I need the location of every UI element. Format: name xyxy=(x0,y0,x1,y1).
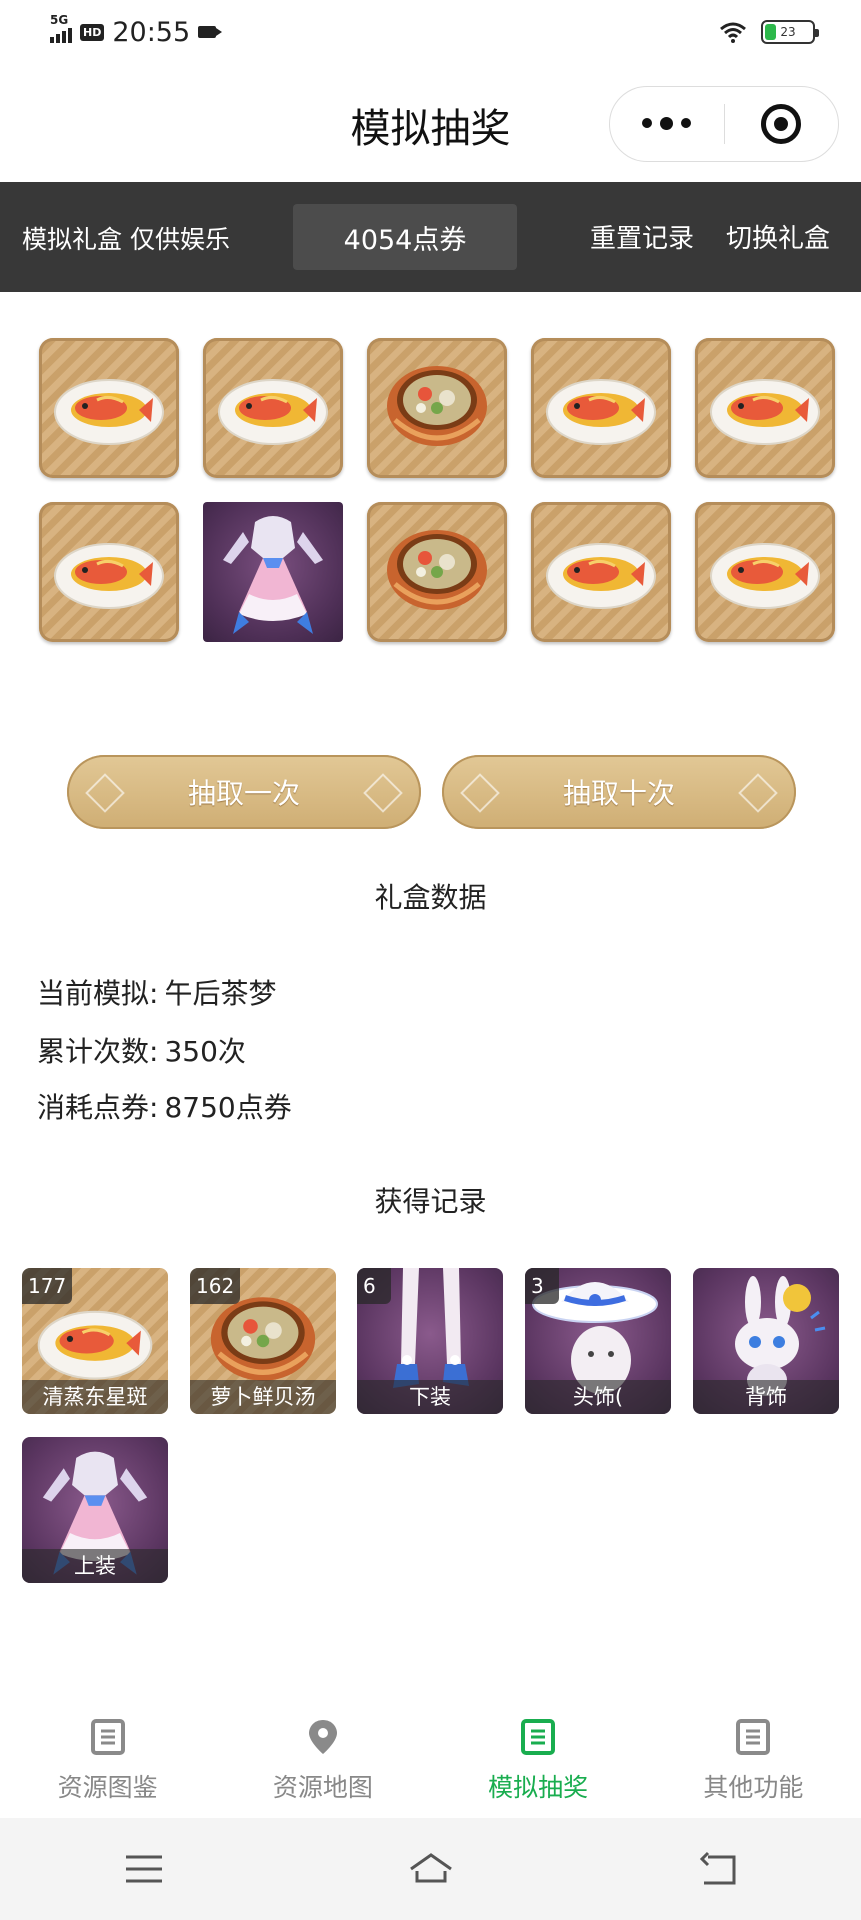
back-icon[interactable] xyxy=(694,1849,742,1889)
total-draws-label: 累计次数: xyxy=(37,1035,159,1068)
fish-item-image xyxy=(54,379,164,445)
document-icon xyxy=(90,1719,125,1755)
status-time: 20:55 xyxy=(112,16,191,48)
home-icon[interactable] xyxy=(407,1849,455,1889)
tab-4[interactable]: 其他功能 xyxy=(646,1700,861,1818)
record-item[interactable]: 背饰 xyxy=(693,1268,839,1414)
current-simulation-value: 午后茶梦 xyxy=(164,977,277,1010)
draw-result-tile[interactable] xyxy=(203,502,343,642)
record-item-name: 清蒸东星斑 xyxy=(22,1380,168,1414)
hd-badge: HD xyxy=(80,23,105,41)
close-button[interactable] xyxy=(725,104,839,144)
fish-item-image xyxy=(710,379,820,445)
tab-label: 资源地图 xyxy=(272,1773,373,1802)
total-draws-row: 累计次数: 350次 xyxy=(37,1030,246,1070)
record-count-badge: 6 xyxy=(357,1268,391,1304)
points-spent-label: 消耗点券: xyxy=(37,1091,159,1124)
draw-ten-button[interactable]: 抽取十次 xyxy=(442,755,796,829)
system-navigation-bar xyxy=(0,1818,861,1920)
draw-result-tile[interactable] xyxy=(695,338,835,478)
points-spent-row: 消耗点券: 8750点券 xyxy=(37,1086,292,1126)
dress-item-image xyxy=(223,516,323,634)
record-item[interactable]: 上装 xyxy=(22,1437,168,1583)
points-spent-value: 8750点券 xyxy=(164,1091,292,1124)
more-dots-icon[interactable] xyxy=(610,117,724,130)
draw-result-tile[interactable] xyxy=(695,502,835,642)
record-count-badge: 3 xyxy=(525,1268,559,1304)
record-item[interactable]: 177 清蒸东星斑 xyxy=(22,1268,168,1414)
tab-2[interactable]: 资源地图 xyxy=(215,1700,430,1818)
draw-result-tile[interactable] xyxy=(367,338,507,478)
draw-result-tile[interactable] xyxy=(531,502,671,642)
disclaimer-text: 模拟礼盒 仅供娱乐 xyxy=(22,225,230,254)
total-draws-value: 350次 xyxy=(164,1035,246,1068)
soup-item-image xyxy=(387,530,487,610)
record-item[interactable]: 162 萝卜鲜贝汤 xyxy=(190,1268,336,1414)
draw-result-tile[interactable] xyxy=(39,502,179,642)
fish-item-image xyxy=(710,543,820,609)
record-item-name: 上装 xyxy=(22,1549,168,1583)
video-camera-icon xyxy=(198,26,223,38)
nav-bar: 模拟抽奖 xyxy=(0,64,861,182)
tab-label: 模拟抽奖 xyxy=(488,1773,589,1802)
record-item[interactable]: 6 下装 xyxy=(357,1268,503,1414)
record-item-name: 下装 xyxy=(357,1380,503,1414)
tab-bar: 资源图鉴 资源地图 模拟抽奖 其他功能 xyxy=(0,1700,861,1818)
mini-program-capsule xyxy=(609,86,839,162)
tab-3[interactable]: 模拟抽奖 xyxy=(431,1700,646,1818)
tab-label: 其他功能 xyxy=(703,1773,804,1802)
record-count-badge: 162 xyxy=(190,1268,241,1304)
fish-item-image xyxy=(546,543,656,609)
records-title: 获得记录 xyxy=(374,1185,487,1218)
reset-records-button[interactable]: 重置记录 xyxy=(590,218,694,255)
draw-result-tile[interactable] xyxy=(531,338,671,478)
record-count-badge: 177 xyxy=(22,1268,73,1304)
battery-icon: 23 xyxy=(761,20,819,44)
cellular-signal-icon: 5G xyxy=(50,13,72,43)
target-circle-icon xyxy=(761,104,802,144)
draw-once-button[interactable]: 抽取一次 xyxy=(67,755,421,829)
status-bar: 5G HD 20:55 23 xyxy=(0,0,861,64)
fish-item-image xyxy=(218,379,328,445)
record-item[interactable]: 3 头饰( xyxy=(525,1268,671,1414)
soup-item-image xyxy=(387,366,487,446)
switch-gift-box-button[interactable]: 切换礼盒 xyxy=(726,218,830,255)
fish-item-image xyxy=(54,543,164,609)
gift-box-header: 模拟礼盒 仅供娱乐 4054点券 重置记录 切换礼盒 xyxy=(0,182,861,292)
location-pin-icon xyxy=(308,1720,337,1754)
current-simulation-row: 当前模拟: 午后茶梦 xyxy=(37,972,276,1012)
record-item-name: 头饰( xyxy=(525,1380,671,1414)
wifi-icon xyxy=(720,22,746,43)
points-balance: 4054点券 xyxy=(293,204,517,270)
document-icon xyxy=(736,1719,771,1755)
menu-icon[interactable] xyxy=(120,1849,168,1889)
gift-data-title: 礼盒数据 xyxy=(374,881,487,914)
current-simulation-label: 当前模拟: xyxy=(37,977,159,1010)
fish-item-image xyxy=(546,379,656,445)
draw-result-tile[interactable] xyxy=(39,338,179,478)
draw-result-tile[interactable] xyxy=(203,338,343,478)
draw-result-tile[interactable] xyxy=(367,502,507,642)
tab-1[interactable]: 资源图鉴 xyxy=(0,1700,215,1818)
record-item-name: 背饰 xyxy=(693,1380,839,1414)
tab-label: 资源图鉴 xyxy=(57,1773,158,1802)
document-icon xyxy=(521,1719,556,1755)
record-item-name: 萝卜鲜贝汤 xyxy=(190,1380,336,1414)
